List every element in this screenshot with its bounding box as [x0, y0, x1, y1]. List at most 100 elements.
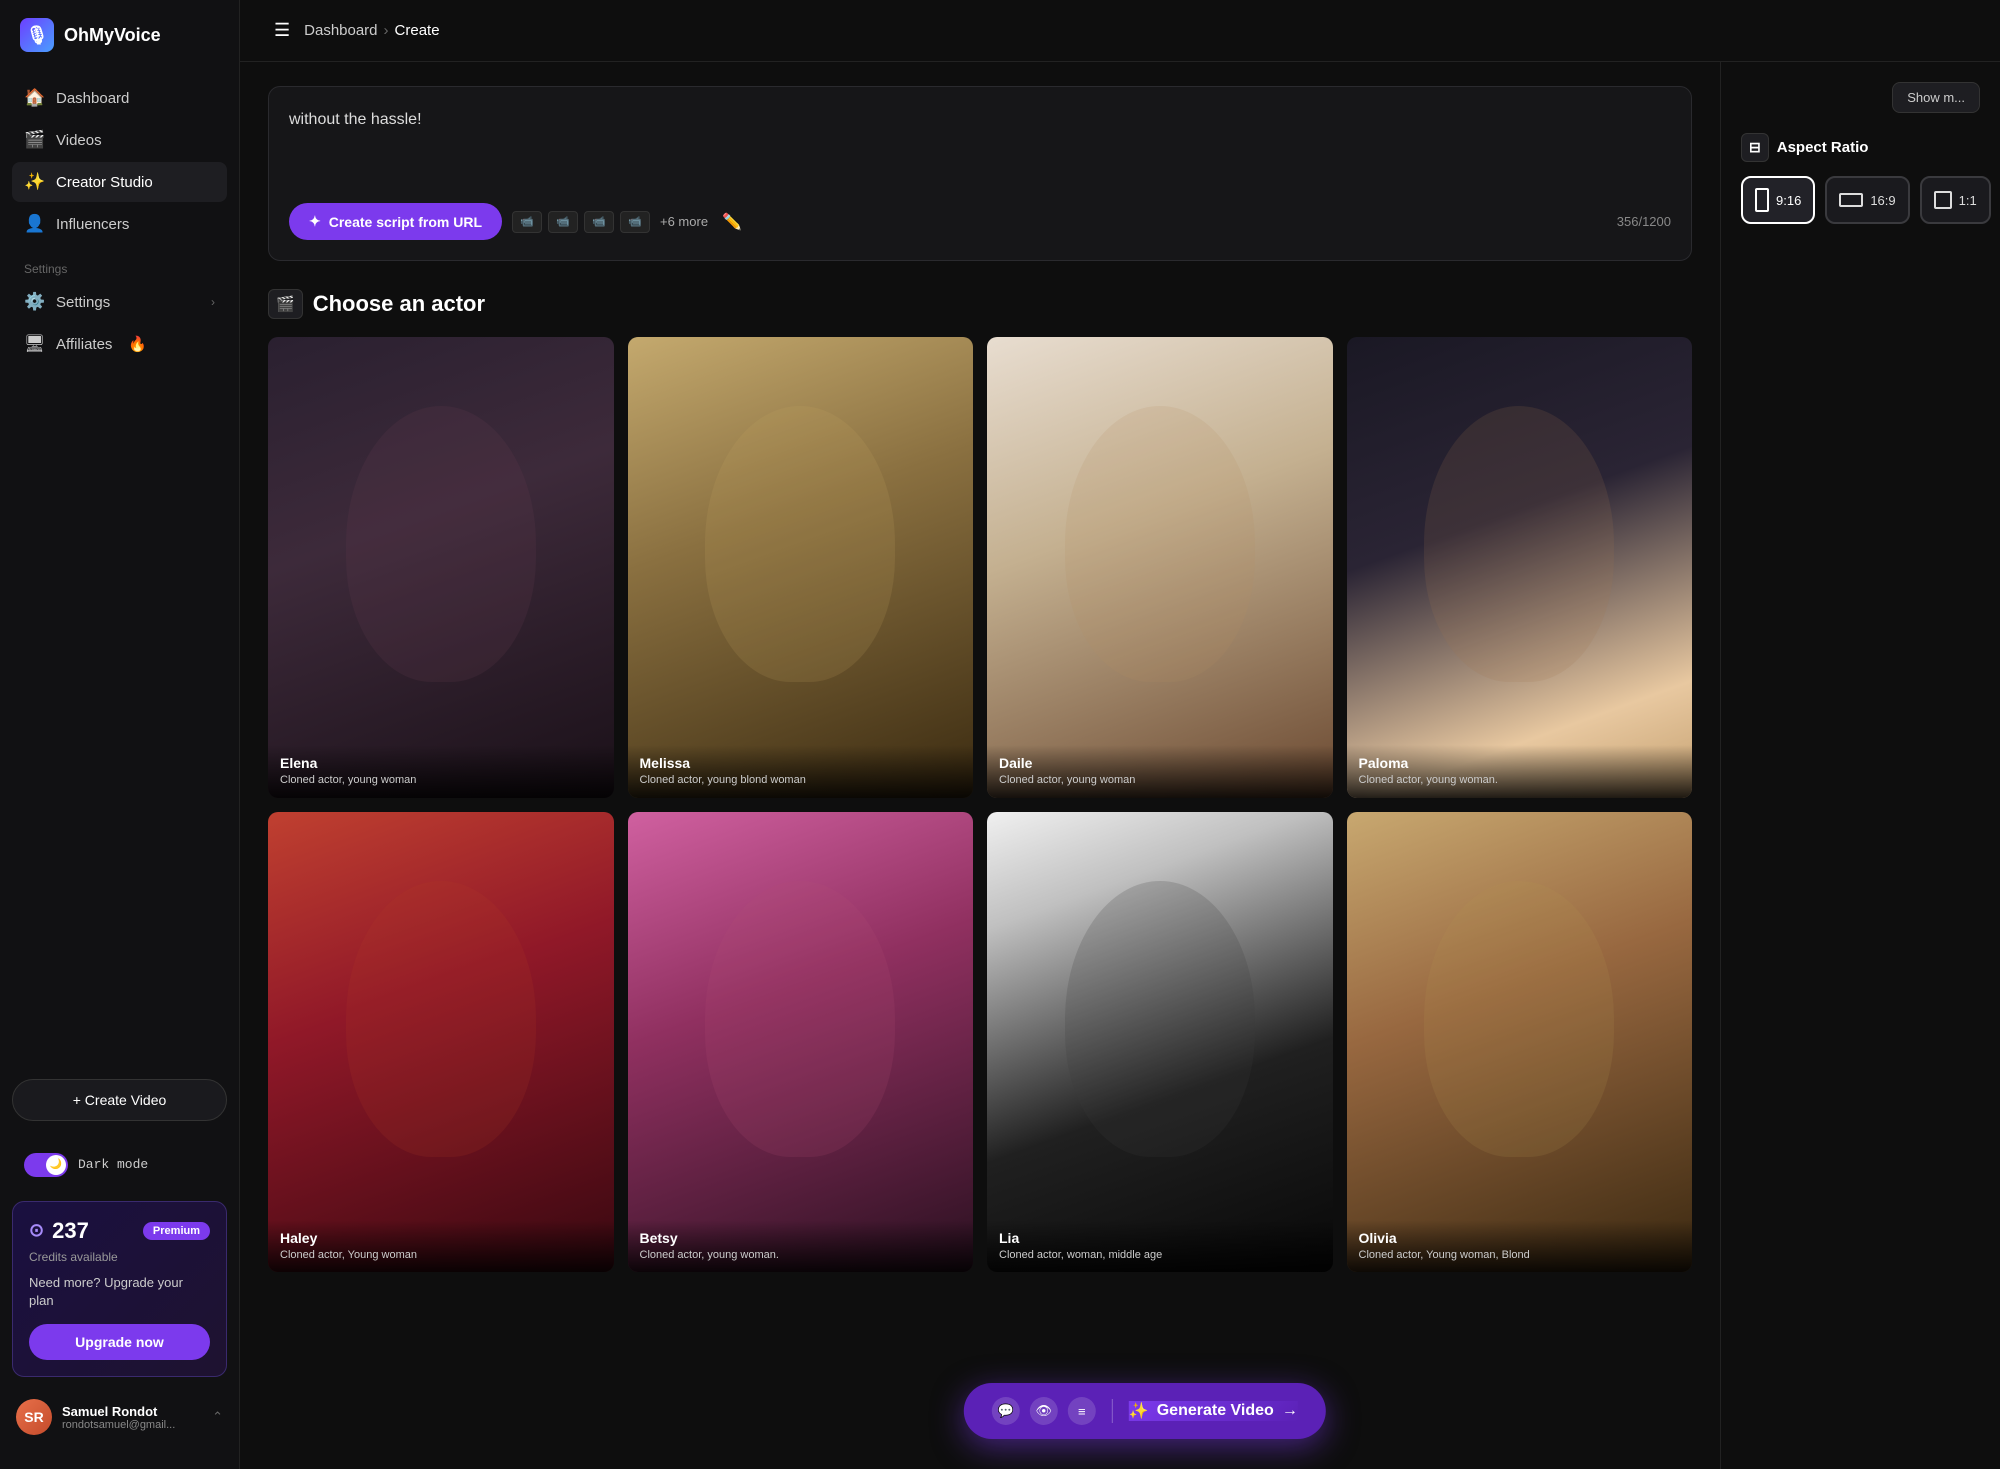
- create-script-label: Create script from URL: [329, 214, 482, 230]
- profile-chevron-icon: ⌃: [212, 1409, 223, 1425]
- toggle-pill: 🌙: [24, 1153, 68, 1177]
- actor-desc-melissa: Cloned actor, young blond woman: [640, 773, 962, 787]
- actor-desc-elena: Cloned actor, young woman: [280, 773, 602, 787]
- sidebar-item-videos[interactable]: 🎬 Videos: [12, 120, 227, 160]
- actor-card-lia[interactable]: Lia Cloned actor, woman, middle age: [987, 812, 1333, 1273]
- generate-bar-icons: 💬 👁 ≡: [992, 1397, 1096, 1425]
- upgrade-button[interactable]: Upgrade now: [29, 1324, 210, 1360]
- user-email: rondotsamuel@gmail...: [62, 1419, 202, 1431]
- create-video-button[interactable]: + Create Video: [12, 1079, 227, 1121]
- credits-description: Need more? Upgrade your plan: [29, 1274, 210, 1310]
- actor-card-paloma[interactable]: Paloma Cloned actor, young woman.: [1347, 337, 1693, 798]
- content-area: without the hassle! ✦ Create script from…: [240, 62, 2000, 1469]
- sidebar-item-dashboard[interactable]: 🏠 Dashboard: [12, 78, 227, 118]
- actor-desc-betsy: Cloned actor, young woman.: [640, 1248, 962, 1262]
- actor-name-daile: Daile: [999, 755, 1321, 771]
- dark-mode-toggle[interactable]: 🌙 Dark mode: [12, 1145, 227, 1185]
- fire-icon: 🔥: [128, 335, 147, 353]
- actor-card-elena[interactable]: Elena Cloned actor, young woman: [268, 337, 614, 798]
- sidebar-item-label: Dashboard: [56, 90, 129, 107]
- sidebar-item-label: Videos: [56, 132, 102, 149]
- sidebar-item-creator-studio[interactable]: ✨ Creator Studio: [12, 162, 227, 202]
- actors-grid-row2: Haley Cloned actor, Young woman Betsy Cl…: [268, 812, 1692, 1273]
- breadcrumb-home: Dashboard: [304, 22, 377, 39]
- generate-arrow-icon: →: [1282, 1402, 1298, 1420]
- sidebar-logo[interactable]: 🎙 OhMyVoice: [0, 0, 239, 70]
- actor-name-melissa: Melissa: [640, 755, 962, 771]
- aspect-ratio-title: Aspect Ratio: [1777, 139, 1869, 156]
- sidebar-item-label: Settings: [56, 294, 110, 311]
- breadcrumb-current: Create: [395, 22, 440, 39]
- actor-card-daile[interactable]: Daile Cloned actor, young woman: [987, 337, 1333, 798]
- actor-card-betsy[interactable]: Betsy Cloned actor, young woman.: [628, 812, 974, 1273]
- actor-name-haley: Haley: [280, 1230, 602, 1246]
- actor-desc-daile: Cloned actor, young woman: [999, 773, 1321, 787]
- edit-button[interactable]: ✏️: [722, 212, 742, 232]
- video-icon-2[interactable]: 📹: [548, 211, 578, 233]
- breadcrumb-separator: ›: [384, 22, 389, 39]
- portrait-shape-icon: [1755, 188, 1769, 212]
- sidebar-item-influencers[interactable]: 👤 Influencers: [12, 204, 227, 244]
- actor-desc-lia: Cloned actor, woman, middle age: [999, 1248, 1321, 1262]
- square-shape-icon: [1934, 191, 1952, 209]
- video-icon-3[interactable]: 📹: [584, 211, 614, 233]
- credits-number: 237: [52, 1218, 89, 1244]
- actor-card-haley[interactable]: Haley Cloned actor, Young woman: [268, 812, 614, 1273]
- chat-icon[interactable]: 💬: [992, 1397, 1020, 1425]
- videos-icon: 🎬: [24, 130, 44, 150]
- aspect-option-916[interactable]: 9:16: [1741, 176, 1815, 224]
- actor-info-paloma: Paloma Cloned actor, young woman.: [1347, 745, 1693, 797]
- aspect-option-169[interactable]: 16:9: [1825, 176, 1909, 224]
- actor-desc-haley: Cloned actor, Young woman: [280, 1248, 602, 1262]
- user-profile[interactable]: SR Samuel Rondot rondotsamuel@gmail... ⌃: [0, 1385, 239, 1449]
- script-toolbar: ✦ Create script from URL 📹 📹 📹 📹 +6 more…: [289, 203, 1671, 240]
- actor-name-olivia: Olivia: [1359, 1230, 1681, 1246]
- aspect-label-169: 16:9: [1870, 193, 1895, 208]
- actor-info-elena: Elena Cloned actor, young woman: [268, 745, 614, 797]
- credits-amount: ⊙ 237: [29, 1218, 89, 1244]
- video-icon-1[interactable]: 📹: [512, 211, 542, 233]
- settings-section-label: Settings: [12, 246, 227, 282]
- more-button[interactable]: +6 more: [660, 214, 708, 229]
- menu-icon[interactable]: ≡: [1068, 1397, 1096, 1425]
- aspect-option-11[interactable]: 1:1: [1920, 176, 1991, 224]
- actor-info-haley: Haley Cloned actor, Young woman: [268, 1220, 614, 1272]
- generate-bar: 💬 👁 ≡ ✨ Generate Video →: [964, 1383, 1326, 1439]
- breadcrumb: Dashboard › Create: [304, 22, 439, 39]
- actor-name-betsy: Betsy: [640, 1230, 962, 1246]
- credits-top: ⊙ 237 Premium: [29, 1218, 210, 1244]
- editor-panel: without the hassle! ✦ Create script from…: [240, 62, 1720, 1469]
- script-box: without the hassle! ✦ Create script from…: [268, 86, 1692, 261]
- user-name: Samuel Rondot: [62, 1404, 202, 1419]
- actor-info-olivia: Olivia Cloned actor, Young woman, Blond: [1347, 1220, 1693, 1272]
- actor-section-header: 🎬 Choose an actor: [268, 289, 1692, 319]
- dashboard-icon: 🏠: [24, 88, 44, 108]
- actor-card-olivia[interactable]: Olivia Cloned actor, Young woman, Blond: [1347, 812, 1693, 1273]
- aspect-ratio-section: ⊟ Aspect Ratio 9:16 16:9 1:1: [1741, 133, 1980, 224]
- generate-video-button[interactable]: ✨ Generate Video →: [1129, 1401, 1298, 1421]
- sidebar-item-settings[interactable]: ⚙️ Settings ›: [12, 282, 227, 322]
- credits-label: Credits available: [29, 1250, 210, 1264]
- show-more-row: Show m...: [1741, 82, 1980, 113]
- video-icon-4[interactable]: 📹: [620, 211, 650, 233]
- aspect-options: 9:16 16:9 1:1: [1741, 176, 1980, 224]
- sidebar-item-affiliates[interactable]: 🖥 Affiliates 🔥: [12, 324, 227, 364]
- generate-btn-label: Generate Video: [1157, 1402, 1274, 1420]
- affiliates-icon: 🖥: [24, 334, 44, 354]
- generate-bar-divider: [1112, 1399, 1113, 1423]
- show-more-button[interactable]: Show m...: [1892, 82, 1980, 113]
- actor-section-icon: 🎬: [268, 289, 303, 319]
- actor-info-melissa: Melissa Cloned actor, young blond woman: [628, 745, 974, 797]
- aspect-label-916: 9:16: [1776, 193, 1801, 208]
- eye-icon[interactable]: 👁: [1030, 1397, 1058, 1425]
- actor-card-melissa[interactable]: Melissa Cloned actor, young blond woman: [628, 337, 974, 798]
- sidebar-nav: 🏠 Dashboard 🎬 Videos ✨ Creator Studio 👤 …: [0, 70, 239, 1063]
- sidebar-toggle-button[interactable]: ☰: [268, 16, 296, 45]
- create-script-button[interactable]: ✦ Create script from URL: [289, 203, 502, 240]
- video-format-icons: 📹 📹 📹 📹: [512, 211, 650, 233]
- creator-studio-icon: ✨: [24, 172, 44, 192]
- settings-icon: ⚙️: [24, 292, 44, 312]
- actor-name-elena: Elena: [280, 755, 602, 771]
- credits-icon: ⊙: [29, 1220, 44, 1241]
- generate-sparkle-icon: ✨: [1129, 1401, 1149, 1421]
